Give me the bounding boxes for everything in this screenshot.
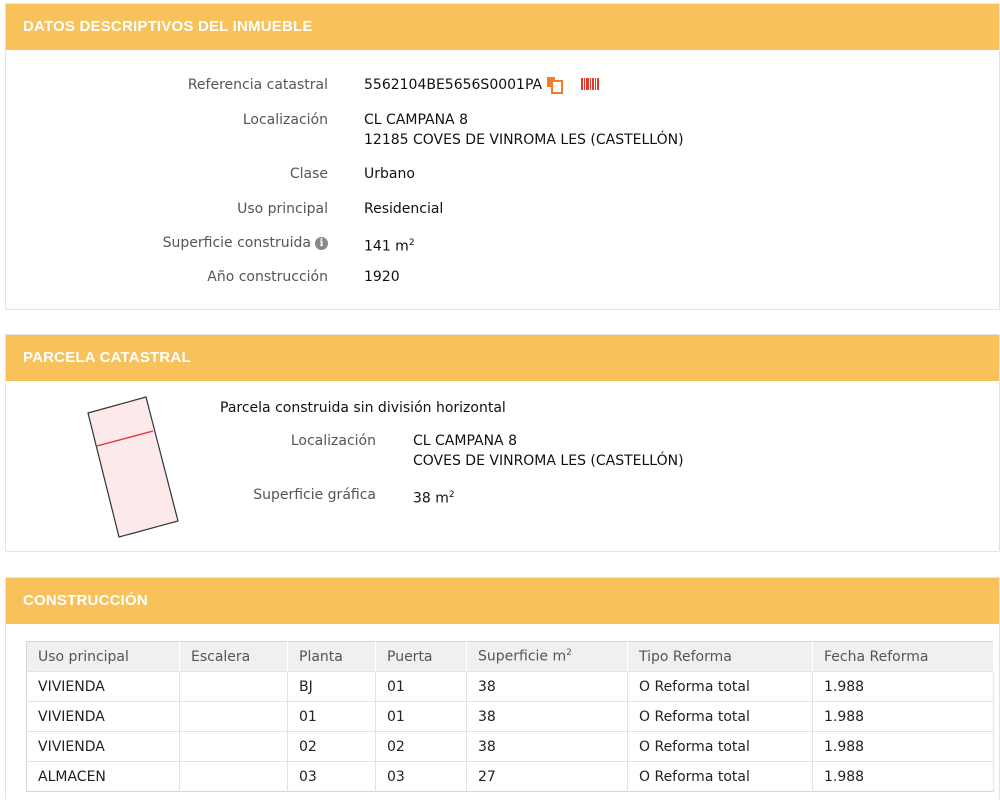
table-cell: 01 <box>375 701 467 732</box>
copy-icon[interactable] <box>547 77 564 94</box>
table-cell <box>179 761 288 792</box>
parcela-sup-row: Superficie gráfica 38 m2 <box>6 485 455 509</box>
datos-descriptivos-panel: DATOS DESCRIPTIVOS DEL INMUEBLE Referenc… <box>5 3 1000 310</box>
table-cell: BJ <box>287 671 376 702</box>
table-cell: 38 <box>466 731 628 762</box>
table-cell: VIVIENDA <box>26 731 180 762</box>
table-cell: O Reforma total <box>627 671 813 702</box>
parcela-sup-value: 38 m2 <box>413 485 455 509</box>
parcela-sup-unit-exp: 2 <box>448 490 455 500</box>
table-cell: ALMACEN <box>26 761 180 792</box>
superficie-value-text: 141 m <box>364 238 409 255</box>
localizacion-line2: 12185 COVES DE VINROMA LES (CASTELLÓN) <box>364 132 684 148</box>
superficie-value: 141 m2 <box>364 233 415 257</box>
col-escalera[interactable]: Escalera <box>179 641 288 672</box>
uso-value: Residencial <box>364 201 444 217</box>
table-row: VIVIENDA 01 01 38 O Reforma total 1.988 <box>26 701 994 732</box>
info-icon[interactable]: i <box>315 237 328 250</box>
parcela-loc-line2: COVES DE VINROMA LES (CASTELLÓN) <box>413 453 684 469</box>
localizacion-line1: CL CAMPANA 8 <box>364 112 468 128</box>
col-superficie[interactable]: Superficie m2 <box>466 641 628 672</box>
construccion-header: CONSTRUCCIÓN <box>6 578 999 624</box>
superficie-label: Superficie construida <box>162 235 311 251</box>
col-planta[interactable]: Planta <box>287 641 376 672</box>
clase-label: Clase <box>289 166 328 182</box>
parcela-sup-label: Superficie gráfica <box>253 487 376 503</box>
localizacion-label: Localización <box>242 112 328 128</box>
parcela-loc-row: Localización CL CAMPANA 8 COVES DE VINRO… <box>6 431 684 471</box>
localizacion-row: Localización CL CAMPANA 8 12185 COVES DE… <box>6 110 684 150</box>
table-cell: 1.988 <box>812 671 994 702</box>
table-cell: 38 <box>466 701 628 732</box>
anio-row: Año construcción 1920 <box>6 267 400 287</box>
parcela-loc-value: CL CAMPANA 8 COVES DE VINROMA LES (CASTE… <box>413 431 684 471</box>
table-cell: O Reforma total <box>627 761 813 792</box>
table-cell: 27 <box>466 761 628 792</box>
referencia-value: 5562104BE5656S0001PA <box>364 77 543 93</box>
col-puerta[interactable]: Puerta <box>375 641 467 672</box>
localizacion-value: CL CAMPANA 8 12185 COVES DE VINROMA LES … <box>364 110 684 150</box>
table-cell: VIVIENDA <box>26 701 180 732</box>
col-uso-principal[interactable]: Uso principal <box>26 641 180 672</box>
parcela-subtitle: Parcela construida sin división horizont… <box>220 400 506 416</box>
superficie-label-wrap: Superficie construida i <box>6 233 328 257</box>
referencia-value-wrap: 5562104BE5656S0001PA <box>364 77 600 94</box>
superficie-unit-exp: 2 <box>408 238 415 248</box>
uso-row: Uso principal Residencial <box>6 199 443 219</box>
clase-row: Clase Urbano <box>6 164 415 184</box>
superficie-row: Superficie construida i 141 m2 <box>6 233 415 257</box>
table-row: VIVIENDA BJ 01 38 O Reforma total 1.988 <box>26 671 994 702</box>
table-cell: 1.988 <box>812 761 994 792</box>
table-row: VIVIENDA 02 02 38 O Reforma total 1.988 <box>26 731 994 762</box>
table-cell: 03 <box>287 761 376 792</box>
table-cell: 01 <box>287 701 376 732</box>
table-cell: 38 <box>466 671 628 702</box>
datos-descriptivos-header: DATOS DESCRIPTIVOS DEL INMUEBLE <box>6 4 999 50</box>
col-tipo-reforma[interactable]: Tipo Reforma <box>627 641 813 672</box>
table-cell: VIVIENDA <box>26 671 180 702</box>
col-superficie-label: Superficie m <box>478 648 567 665</box>
table-cell: O Reforma total <box>627 701 813 732</box>
col-fecha-reforma[interactable]: Fecha Reforma <box>812 641 994 672</box>
table-cell <box>179 671 288 702</box>
referencia-label: Referencia catastral <box>187 77 328 93</box>
table-cell <box>179 731 288 762</box>
table-cell: 01 <box>375 671 467 702</box>
referencia-row: Referencia catastral 5562104BE5656S0001P… <box>6 77 600 94</box>
construccion-table: Uso principal Escalera Planta Puerta Sup… <box>26 641 994 792</box>
parcela-sup-value-text: 38 m <box>413 490 449 507</box>
anio-label: Año construcción <box>207 269 328 285</box>
col-superficie-exp: 2 <box>566 648 572 659</box>
parcela-panel: PARCELA CATASTRAL Parcela construida sin… <box>5 334 1000 552</box>
clase-value: Urbano <box>364 166 415 182</box>
table-cell: 03 <box>375 761 467 792</box>
table-cell <box>179 701 288 732</box>
table-header-row: Uso principal Escalera Planta Puerta Sup… <box>26 641 994 672</box>
table-cell: 02 <box>375 731 467 762</box>
construccion-panel: CONSTRUCCIÓN Uso principal Escalera Plan… <box>5 577 1000 800</box>
barcode-icon[interactable] <box>581 78 600 90</box>
parcela-header: PARCELA CATASTRAL <box>6 335 999 381</box>
table-row: ALMACEN 03 03 27 O Reforma total 1.988 <box>26 761 994 792</box>
anio-value: 1920 <box>364 269 400 285</box>
parcela-loc-label: Localización <box>290 433 376 449</box>
table-cell: 1.988 <box>812 701 994 732</box>
uso-label: Uso principal <box>237 201 328 217</box>
parcela-loc-line1: CL CAMPANA 8 <box>413 433 517 449</box>
table-cell: 1.988 <box>812 731 994 762</box>
table-cell: 02 <box>287 731 376 762</box>
table-cell: O Reforma total <box>627 731 813 762</box>
